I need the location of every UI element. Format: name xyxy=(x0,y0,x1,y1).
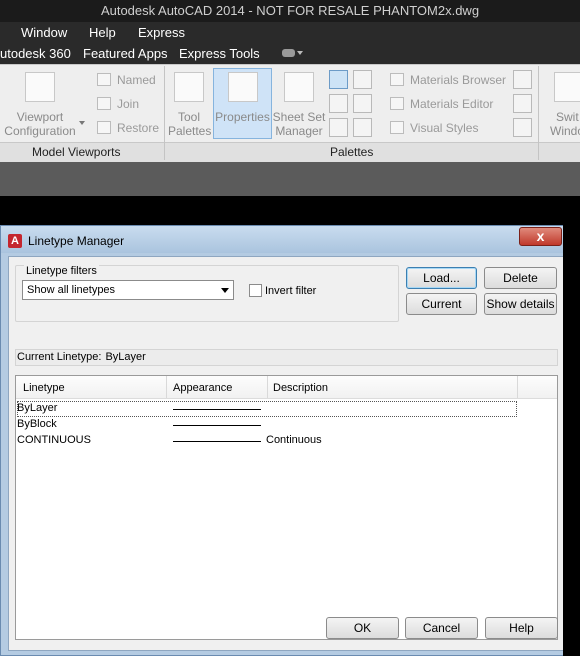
ribbon-divider xyxy=(164,66,165,160)
properties-button-content: Properties xyxy=(213,72,272,124)
invert-filter-checkbox[interactable] xyxy=(249,284,262,297)
linetype-filter-value: Show all linetypes xyxy=(27,284,116,296)
load-button[interactable]: Load... xyxy=(406,267,477,289)
layout-palette-icon[interactable] xyxy=(329,70,348,89)
ribbon-lower-area xyxy=(0,162,580,196)
join-viewports-button[interactable]: Join xyxy=(97,97,139,111)
delete-button[interactable]: Delete xyxy=(484,267,557,289)
show-details-button[interactable]: Show details xyxy=(484,293,557,315)
menu-express[interactable]: Express xyxy=(138,25,185,40)
restore-viewports-icon xyxy=(97,121,111,134)
window-title: Autodesk AutoCAD 2014 - NOT FOR RESALE P… xyxy=(0,0,580,22)
table-row[interactable]: ByBlock xyxy=(16,417,557,433)
appearance-line-sample xyxy=(173,441,261,442)
dbconnect-icon[interactable] xyxy=(353,118,372,137)
linetype-filters-label: Linetype filters xyxy=(24,265,99,277)
column-divider[interactable] xyxy=(166,376,167,398)
appearance-line-sample xyxy=(173,409,261,410)
current-button[interactable]: Current xyxy=(406,293,477,315)
sheet-set-manager-button[interactable]: Sheet Set Manager xyxy=(272,72,326,138)
background-edge xyxy=(563,225,580,656)
named-viewports-button[interactable]: Named xyxy=(97,73,156,87)
table-row[interactable]: ByLayer xyxy=(17,401,517,417)
viewport-configuration-button[interactable]: Viewport Configuration xyxy=(2,72,78,138)
switch-windows-icon xyxy=(554,72,580,102)
tab-autodesk-360[interactable]: utodesk 360 xyxy=(0,46,71,61)
linetype-list[interactable]: Linetype Appearance Description ByLayer … xyxy=(15,375,558,640)
tab-featured-apps[interactable]: Featured Apps xyxy=(83,46,168,61)
column-divider[interactable] xyxy=(517,376,518,398)
close-button[interactable]: x xyxy=(519,227,562,246)
appearance-line-sample xyxy=(173,425,261,426)
menu-window[interactable]: Window xyxy=(21,25,67,40)
materials-browser-button[interactable]: Materials Browser xyxy=(390,73,506,87)
sun-properties-icon[interactable] xyxy=(513,94,532,113)
ribbon-toggle-icon xyxy=(282,49,295,57)
tab-express-tools[interactable]: Express Tools xyxy=(179,46,260,61)
calculator-icon[interactable] xyxy=(353,94,372,113)
materials-editor-button[interactable]: Materials Editor xyxy=(390,97,493,111)
ok-button[interactable]: OK xyxy=(326,617,399,639)
linetype-name: ByLayer xyxy=(17,402,58,414)
linetype-filter-select[interactable]: Show all linetypes xyxy=(22,280,234,300)
properties-icon xyxy=(227,72,258,102)
design-center-icon[interactable] xyxy=(329,94,348,113)
sheet-set-manager-icon xyxy=(284,72,314,102)
panel-label-palettes: Palettes xyxy=(330,145,374,159)
chevron-down-icon xyxy=(221,288,229,293)
column-header-appearance[interactable]: Appearance xyxy=(173,382,232,394)
markup-set-icon[interactable] xyxy=(329,118,348,137)
named-viewports-icon xyxy=(97,73,111,86)
autocad-logo-icon: A xyxy=(8,234,22,248)
linetype-description: Continuous xyxy=(266,434,322,446)
viewport-configuration-icon xyxy=(25,72,55,102)
materials-editor-icon xyxy=(390,97,404,110)
visual-styles-icon xyxy=(390,121,404,134)
panel-label-model-viewports: Model Viewports xyxy=(32,145,121,159)
tool-palette-small-icon[interactable] xyxy=(353,70,372,89)
restore-viewports-button[interactable]: Restore xyxy=(97,121,159,135)
dialog-titlebar[interactable]: A Linetype Manager x xyxy=(1,226,569,253)
column-header-linetype[interactable]: Linetype xyxy=(23,382,65,394)
current-linetype-label: Current Linetype: xyxy=(17,351,102,363)
join-viewports-icon xyxy=(97,97,111,110)
invert-filter-label: Invert filter xyxy=(265,285,317,297)
switch-windows-button[interactable]: Swit Windo xyxy=(546,72,580,138)
ribbon-minimize-dropdown[interactable] xyxy=(282,48,304,59)
current-linetype-bar: Current Linetype: ByLayer xyxy=(15,349,558,366)
lights-icon[interactable] xyxy=(513,70,532,89)
dialog-title: Linetype Manager xyxy=(28,234,125,248)
chevron-down-icon xyxy=(79,121,85,125)
chevron-down-icon xyxy=(297,51,303,55)
list-header: Linetype Appearance Description xyxy=(16,376,557,399)
column-header-description[interactable]: Description xyxy=(273,382,328,394)
dialog-body: Linetype filters Show all linetypes Inve… xyxy=(8,256,564,651)
help-button[interactable]: Help xyxy=(485,617,558,639)
tool-palettes-icon xyxy=(174,72,204,102)
close-icon: x xyxy=(536,228,545,244)
advanced-render-icon[interactable] xyxy=(513,118,532,137)
column-divider[interactable] xyxy=(267,376,268,398)
cancel-button[interactable]: Cancel xyxy=(405,617,478,639)
linetype-name: CONTINUOUS xyxy=(17,434,91,446)
tool-palettes-button[interactable]: Tool Palettes xyxy=(168,72,211,138)
ribbon-divider xyxy=(538,66,539,160)
current-linetype-value: ByLayer xyxy=(105,351,146,363)
linetype-name: ByBlock xyxy=(17,418,57,430)
menu-help[interactable]: Help xyxy=(89,25,116,40)
ribbon-tab-bar: utodesk 360 Featured Apps Express Tools xyxy=(0,43,580,64)
table-row[interactable]: CONTINUOUS Continuous xyxy=(16,433,557,449)
menu-bar: Window Help Express xyxy=(0,22,580,43)
visual-styles-button[interactable]: Visual Styles xyxy=(390,121,478,135)
materials-browser-icon xyxy=(390,73,404,86)
linetype-manager-dialog: A Linetype Manager x Linetype filters Sh… xyxy=(0,225,570,656)
